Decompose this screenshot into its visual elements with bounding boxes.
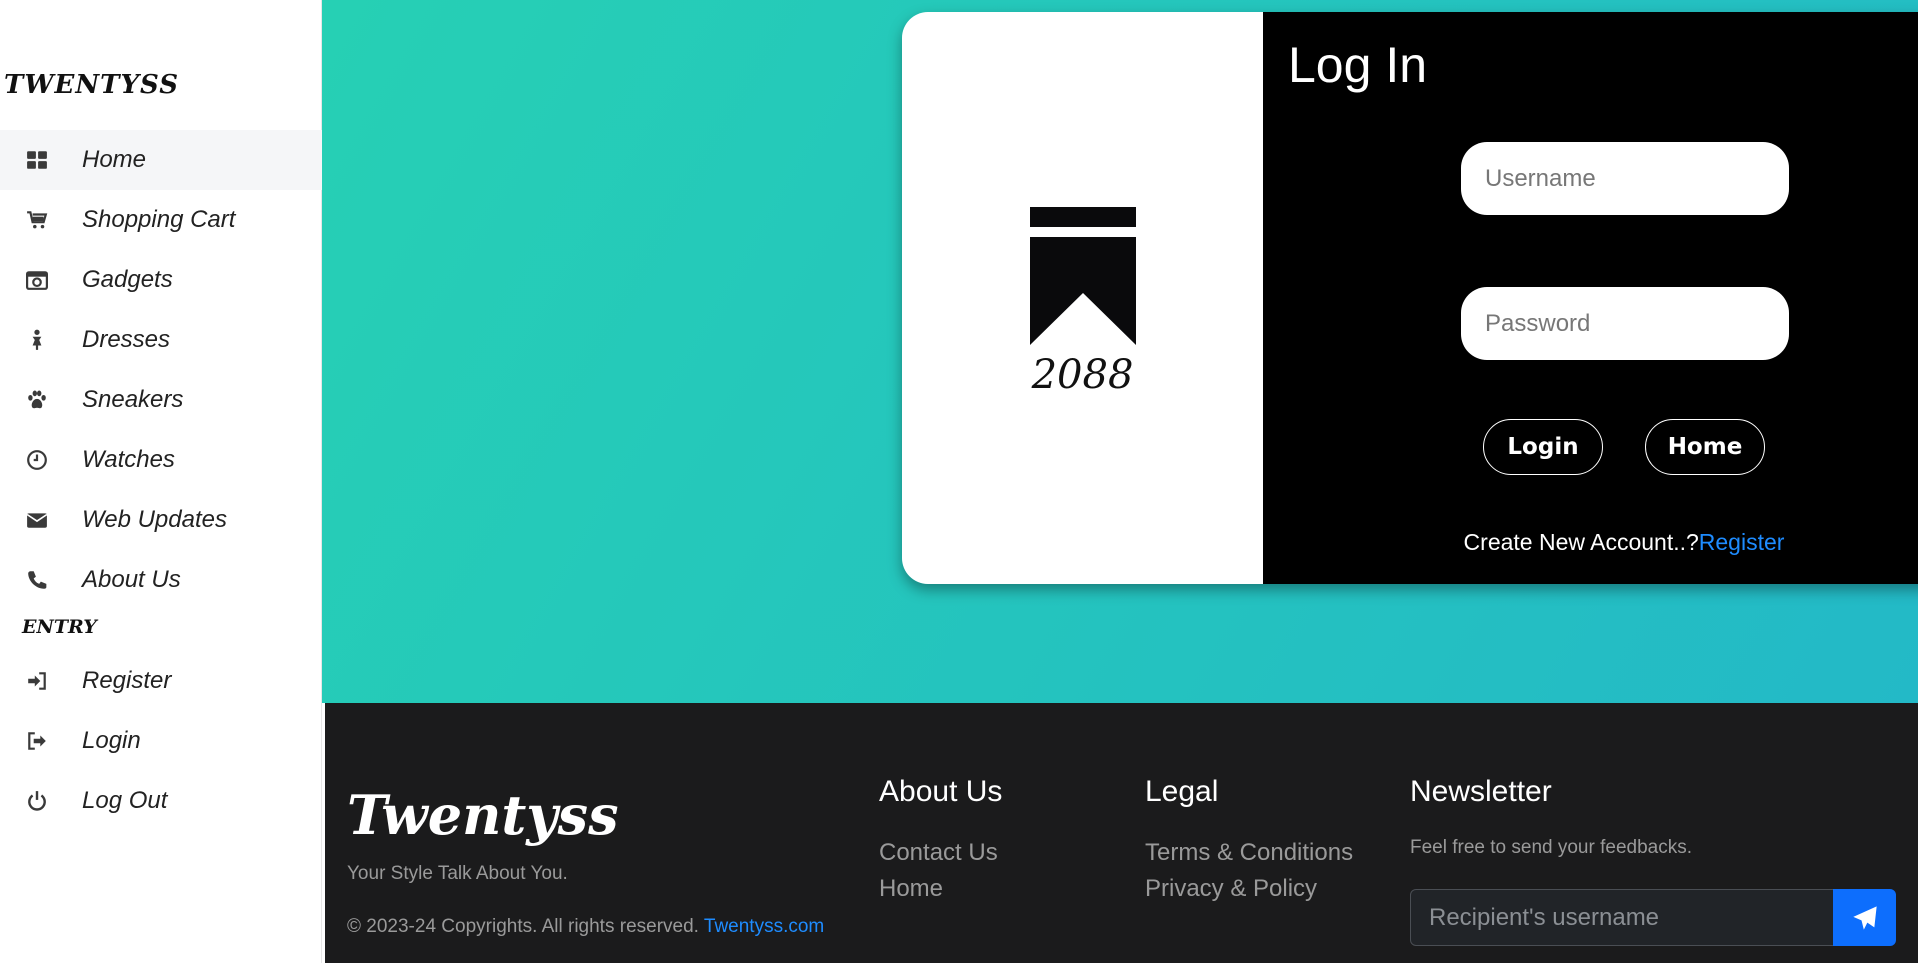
sidebar-entry-nav: Register Login Log Out	[0, 651, 322, 831]
login-card: 2088 Log In Login Home Create New Accoun…	[902, 12, 1918, 584]
footer-copyright: © 2023-24 Copyrights. All rights reserve…	[347, 916, 824, 938]
envelope-icon	[24, 507, 50, 533]
sidebar-item-label: Web Updates	[82, 506, 227, 533]
paper-plane-icon	[1852, 905, 1877, 930]
sidebar-item-label: Register	[82, 667, 172, 694]
login-form-panel: Log In Login Home Create New Account..?R…	[1263, 12, 1918, 584]
footer-link-terms[interactable]: Terms & Conditions	[1145, 839, 1353, 867]
footer-newsletter-title: Newsletter	[1410, 775, 1552, 808]
footer-link-contact-us[interactable]: Contact Us	[879, 839, 998, 867]
paw-icon	[24, 387, 50, 413]
sidebar-item-dresses[interactable]: Dresses	[0, 310, 322, 370]
sidebar-brand: TWENTYSS	[4, 70, 180, 100]
sidebar-item-shopping-cart[interactable]: Shopping Cart	[0, 190, 322, 250]
sidebar: TWENTYSS Home Shopping Cart Gadgets Dres…	[0, 0, 322, 963]
sidebar-item-label: Gadgets	[82, 266, 173, 293]
clock-icon	[24, 447, 50, 473]
power-icon	[24, 788, 50, 814]
sidebar-item-gadgets[interactable]: Gadgets	[0, 250, 322, 310]
footer-link-home[interactable]: Home	[879, 875, 943, 903]
dashboard-icon	[24, 147, 50, 173]
login-card-logo-panel: 2088	[902, 12, 1263, 584]
newsletter-send-button[interactable]	[1833, 889, 1896, 946]
sidebar-item-sneakers[interactable]: Sneakers	[0, 370, 322, 430]
create-account-text: Create New Account..?	[1463, 529, 1699, 555]
sidebar-item-label: Log Out	[82, 787, 168, 814]
sidebar-item-label: Login	[82, 727, 141, 754]
sidebar-item-label: Dresses	[82, 326, 171, 353]
camera-icon	[24, 267, 50, 293]
sidebar-item-watches[interactable]: Watches	[0, 430, 322, 490]
sidebar-item-web-updates[interactable]: Web Updates	[0, 490, 322, 550]
sign-in-icon	[24, 668, 50, 694]
sidebar-item-label: Shopping Cart	[82, 206, 236, 233]
username-input[interactable]	[1461, 142, 1789, 215]
sidebar-item-label: About Us	[82, 566, 181, 593]
copyright-link[interactable]: Twentyss.com	[704, 916, 824, 937]
newsletter-input[interactable]	[1410, 889, 1834, 946]
phone-icon	[24, 567, 50, 593]
sidebar-item-logout[interactable]: Log Out	[0, 771, 322, 831]
password-input[interactable]	[1461, 287, 1789, 360]
sidebar-section-entry: ENTRY	[22, 616, 97, 638]
main-content: 2088 Log In Login Home Create New Accoun…	[322, 0, 1918, 703]
create-account-line: Create New Account..?Register	[1263, 529, 1918, 556]
sign-out-icon	[24, 728, 50, 754]
footer-legal-title: Legal	[1145, 775, 1219, 808]
footer: Twentyss Your Style Talk About You. © 20…	[325, 703, 1918, 963]
bookmark-logo-icon	[1030, 207, 1136, 345]
footer-tagline: Your Style Talk About You.	[347, 863, 568, 884]
sidebar-nav: Home Shopping Cart Gadgets Dresses Sneak…	[0, 130, 322, 610]
sidebar-item-label: Sneakers	[82, 386, 184, 413]
home-button[interactable]: Home	[1645, 419, 1765, 475]
sidebar-item-about-us[interactable]: About Us	[0, 550, 322, 610]
cart-icon	[24, 207, 50, 233]
newsletter-description: Feel free to send your feedbacks.	[1410, 837, 1692, 858]
logo-text: 2088	[1031, 352, 1134, 398]
female-icon	[24, 327, 50, 353]
sidebar-item-label: Watches	[82, 446, 175, 473]
login-button[interactable]: Login	[1483, 419, 1603, 475]
register-link[interactable]: Register	[1699, 529, 1785, 555]
footer-brand: Twentyss	[347, 783, 619, 847]
sidebar-item-register[interactable]: Register	[0, 651, 322, 711]
sidebar-item-login[interactable]: Login	[0, 711, 322, 771]
login-title: Log In	[1288, 37, 1428, 93]
sidebar-item-label: Home	[82, 146, 147, 173]
footer-about-title: About Us	[879, 775, 1003, 808]
copyright-text: © 2023-24 Copyrights. All rights reserve…	[347, 916, 704, 937]
sidebar-item-home[interactable]: Home	[0, 130, 322, 190]
footer-link-privacy[interactable]: Privacy & Policy	[1145, 875, 1317, 903]
